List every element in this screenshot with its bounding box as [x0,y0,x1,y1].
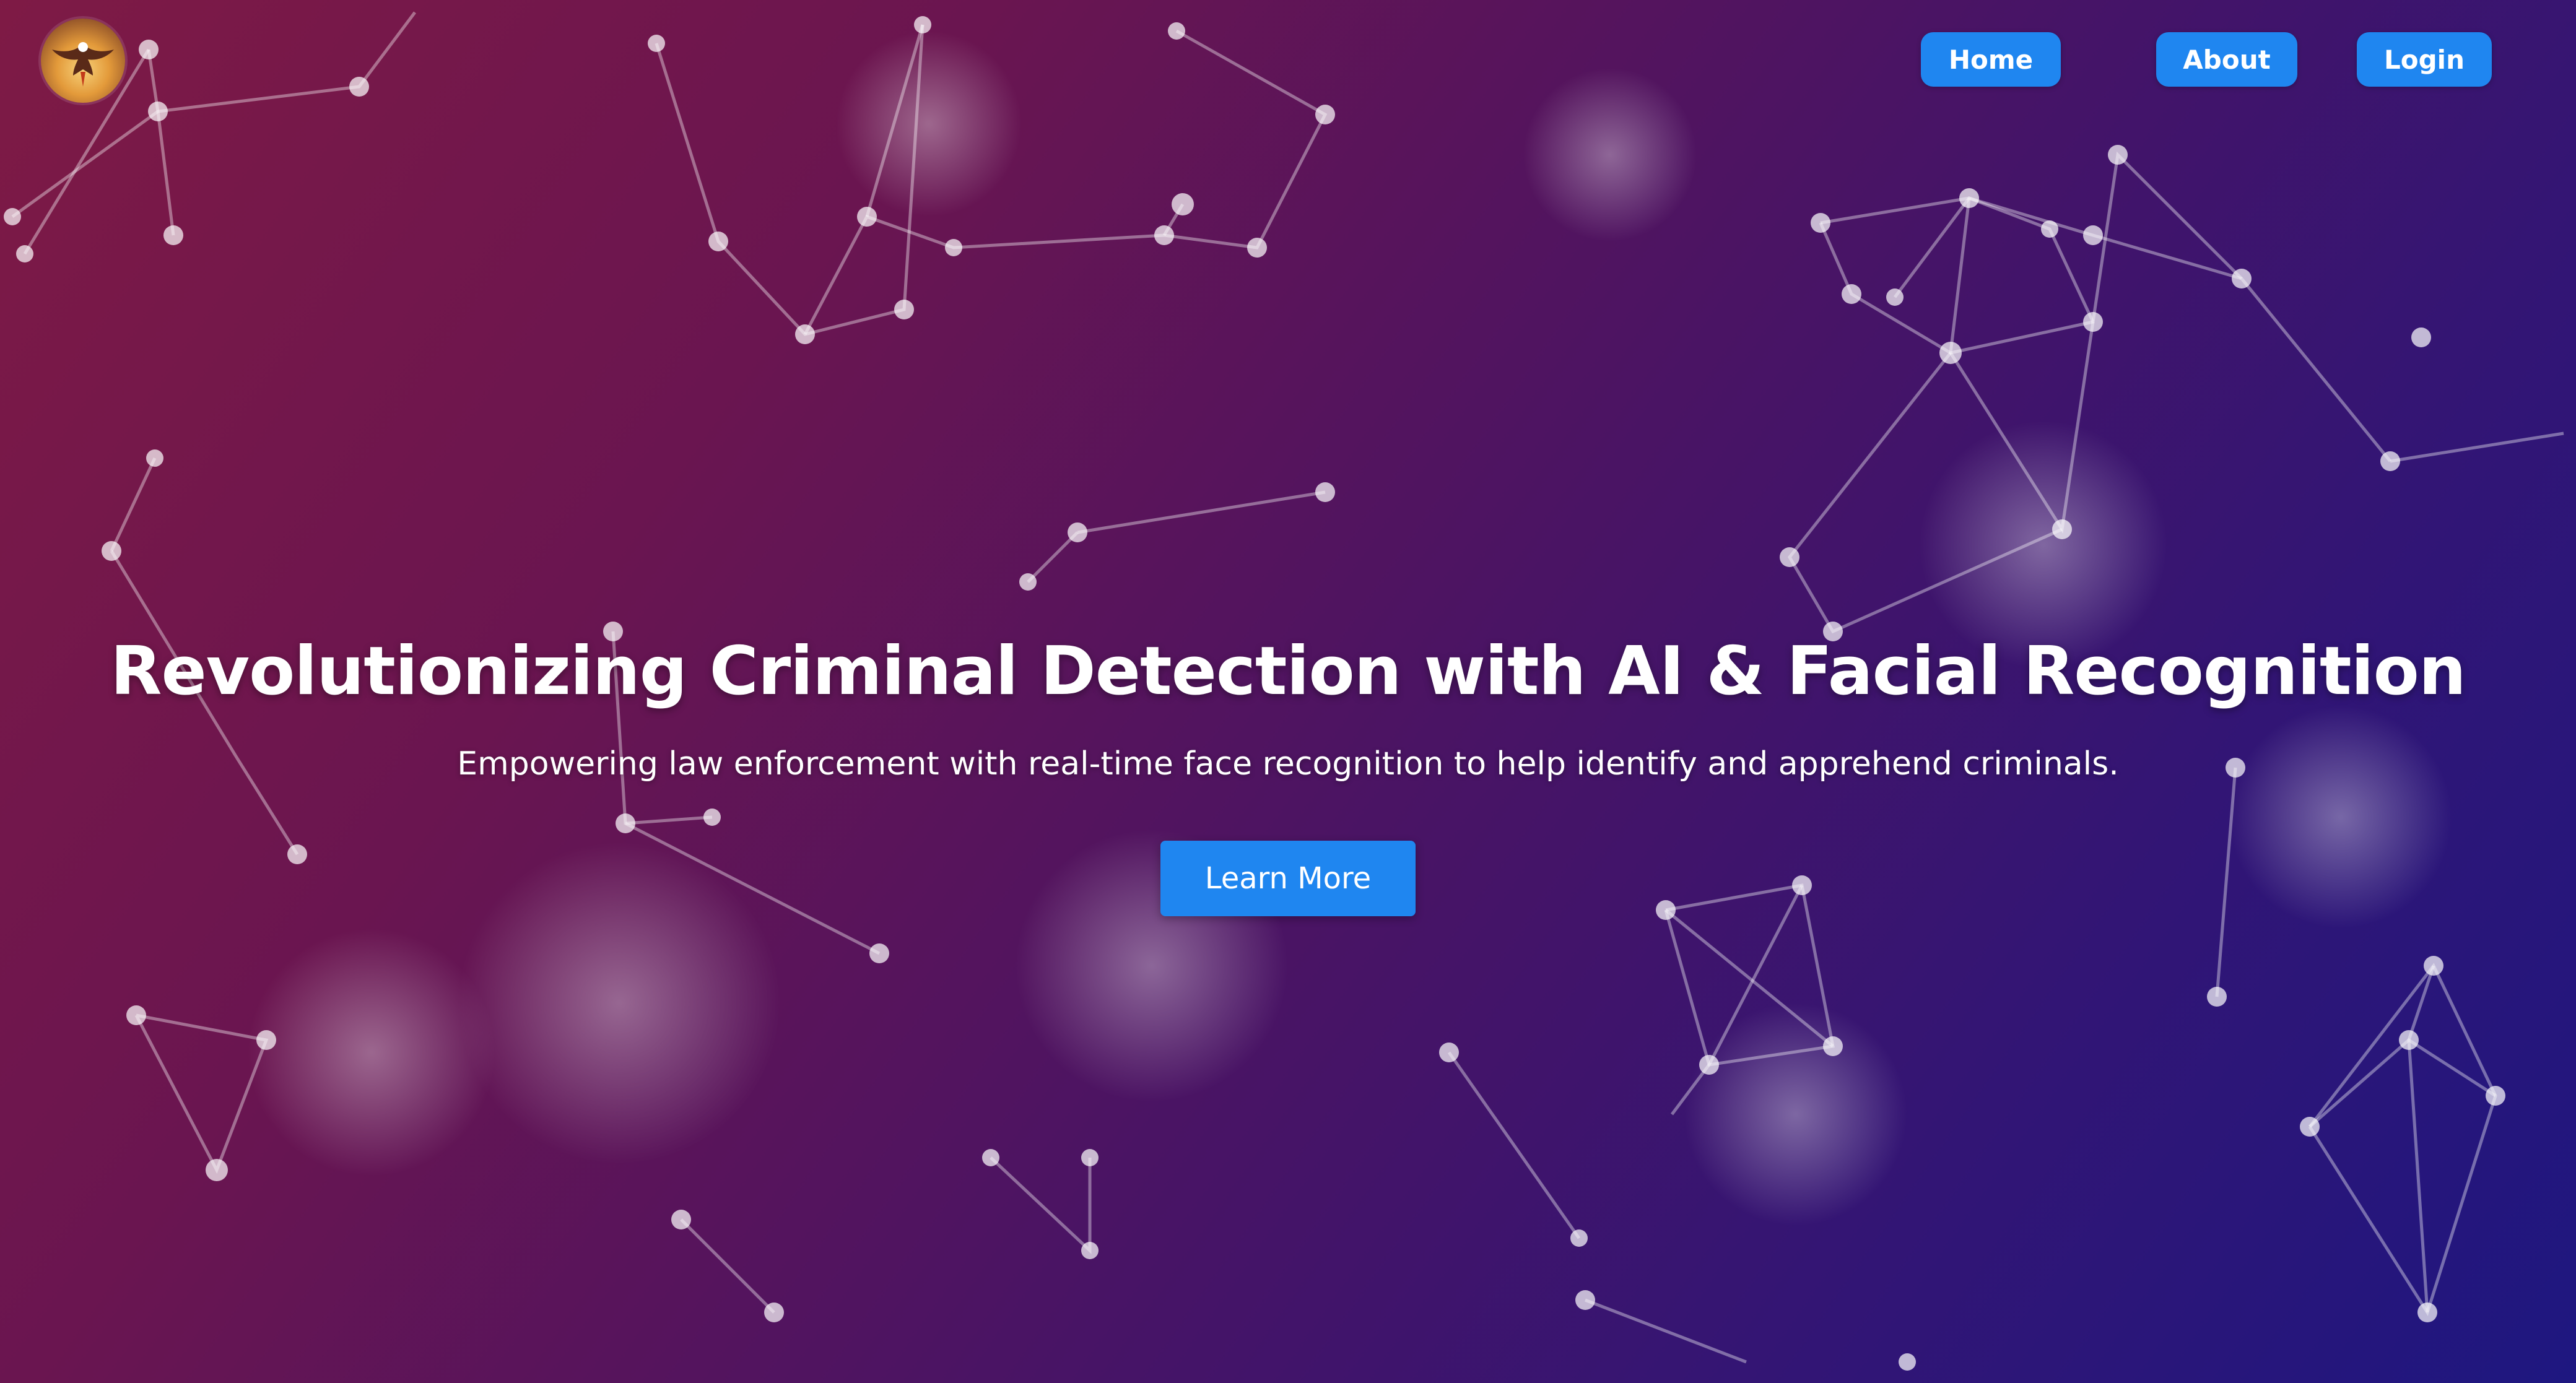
hero-subtitle: Empowering law enforcement with real-tim… [457,745,2119,783]
nav-home-button[interactable]: Home [1921,32,2061,87]
eagle-logo-icon[interactable] [41,19,125,103]
landing-page: Home About Login Revolutionizing Crimina… [0,0,2576,1383]
hero-title: Revolutionizing Criminal Detection with … [110,633,2466,710]
hero-section: Revolutionizing Criminal Detection with … [0,625,2576,916]
nav-login-button[interactable]: Login [2357,32,2492,87]
learn-more-button[interactable]: Learn More [1160,841,1416,916]
nav-about-button[interactable]: About [2156,32,2297,87]
